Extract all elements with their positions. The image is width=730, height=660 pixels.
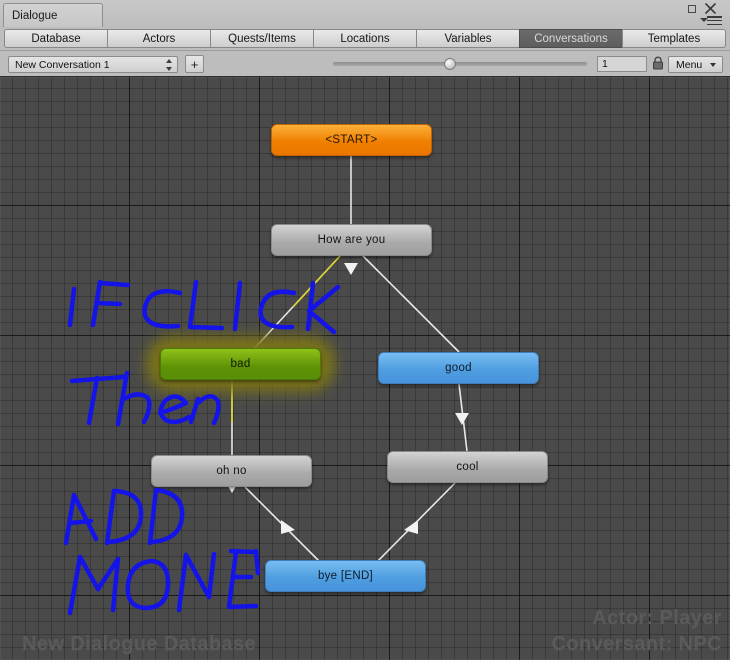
dialogue-node-bad[interactable]: bad <box>160 348 321 380</box>
maximize-icon[interactable] <box>688 5 696 13</box>
tab-quests-items[interactable]: Quests/Items <box>210 29 313 48</box>
tab-database[interactable]: Database <box>4 29 107 48</box>
plus-icon: + <box>190 56 199 72</box>
tab-label: Conversations <box>534 32 608 45</box>
dialogue-node-how[interactable]: How are you <box>271 224 432 256</box>
panel-menu-icon[interactable] <box>700 15 724 26</box>
dialogue-node-label: good <box>445 362 472 374</box>
conversation-dropdown[interactable]: New Conversation 1 <box>8 56 178 73</box>
tab-label: Actors <box>142 32 176 45</box>
arrowhead <box>455 413 469 425</box>
tab-templates[interactable]: Templates <box>622 29 726 48</box>
dialogue-node-label: bye [END] <box>317 570 374 582</box>
dialogue-node-good[interactable]: good <box>378 352 539 384</box>
window-controls <box>684 2 726 26</box>
arrowhead <box>344 263 358 275</box>
updown-arrows-icon <box>165 59 172 71</box>
window-tab-label: Dialogue <box>12 9 58 22</box>
zoom-value-text: 1 <box>602 58 608 70</box>
menu-button-label: Menu <box>676 58 703 71</box>
close-icon[interactable] <box>704 2 717 15</box>
arrowhead <box>404 520 418 534</box>
main-tab-strip: Database Actors Quests/Items Locations Varia… <box>0 27 730 50</box>
zoom-value-field[interactable]: 1 <box>597 56 647 72</box>
dialogue-node-label: oh no <box>216 465 247 477</box>
zoom-slider[interactable] <box>333 58 587 70</box>
dialogue-node-label: <START> <box>325 134 378 146</box>
zoom-slider-track <box>333 62 587 66</box>
tab-label: Templates <box>647 32 701 45</box>
tab-conversations[interactable]: Conversations <box>519 29 622 48</box>
lock-icon[interactable] <box>652 56 664 71</box>
actor-watermark: Actor: Player <box>592 607 722 629</box>
arrowhead <box>281 520 295 534</box>
conversation-node-canvas[interactable]: <START> How are you bad good oh no cool bye [E… <box>0 76 730 660</box>
dialogue-node-label: How are you <box>317 234 386 246</box>
tab-label: Locations <box>340 32 390 45</box>
window-titlebar: Dialogue <box>0 0 730 27</box>
tab-locations[interactable]: Locations <box>313 29 416 48</box>
dialogue-editor-window: Dialogue Database Actors Quests/Items Locat… <box>0 0 730 660</box>
zoom-slider-handle[interactable] <box>443 58 456 70</box>
dialogue-node-label: cool <box>456 461 479 473</box>
window-tab-dialogue[interactable]: Dialogue <box>3 3 103 27</box>
conversant-watermark: Conversant: NPC <box>551 633 722 655</box>
tab-label: Database <box>31 32 81 45</box>
dialogue-node-start[interactable]: <START> <box>271 124 432 156</box>
conversation-dropdown-value: New Conversation 1 <box>15 58 110 71</box>
dialogue-node-bye[interactable]: bye [END] <box>265 560 426 592</box>
chevron-down-icon <box>710 63 716 67</box>
add-conversation-button[interactable]: + <box>185 55 204 73</box>
hamburger-icon <box>707 16 722 26</box>
menu-button[interactable]: Menu <box>668 56 723 73</box>
tab-actors[interactable]: Actors <box>107 29 210 48</box>
dialogue-node-ohno[interactable]: oh no <box>151 455 312 487</box>
database-name-watermark: New Dialogue Database <box>22 633 257 655</box>
dialogue-node-cool[interactable]: cool <box>387 451 548 483</box>
tab-variables[interactable]: Variables <box>416 29 519 48</box>
tab-label: Variables <box>444 32 492 45</box>
tab-label: Quests/Items <box>228 32 296 45</box>
dialogue-node-label: bad <box>230 358 251 370</box>
